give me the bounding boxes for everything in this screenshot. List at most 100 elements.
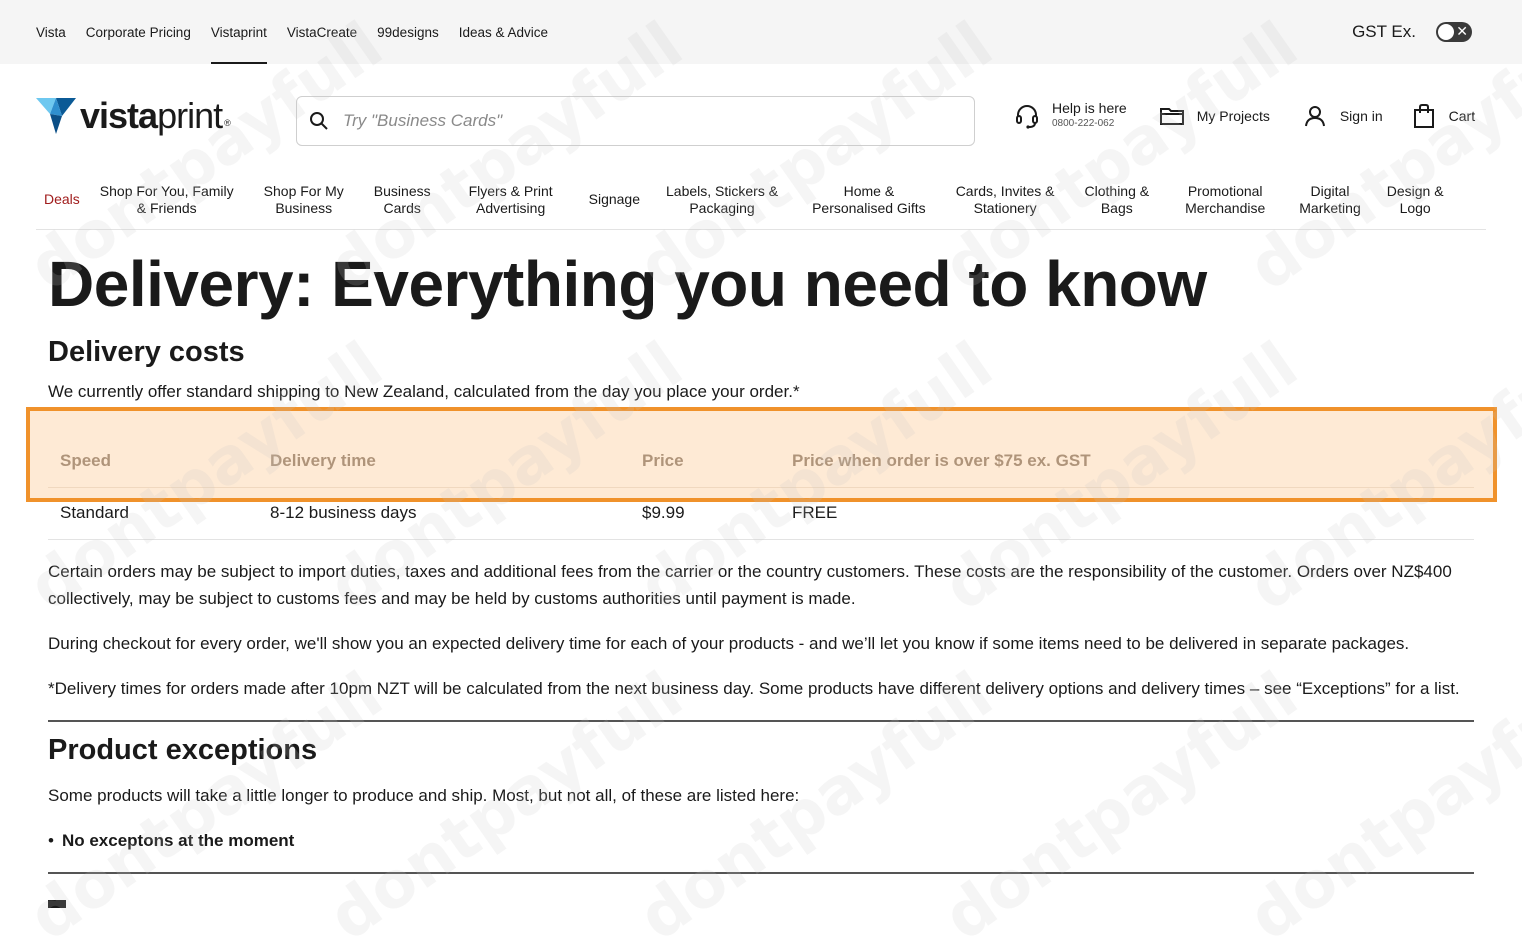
nav-label-line1: Flyers & Print: [468, 182, 553, 199]
nav-item-business-cards[interactable]: Business Cards: [366, 183, 439, 217]
sign-in-label: Sign in: [1339, 108, 1383, 124]
logo-bold: vista: [80, 95, 158, 136]
table-header-row: Speed Delivery time Price Price when ord…: [48, 435, 1474, 488]
nav-label-line1: Cards, Invites &: [955, 182, 1055, 199]
gst-toggle[interactable]: ✕: [1436, 22, 1472, 42]
user-icon: [1304, 106, 1325, 127]
nav-label-line1: Business: [373, 182, 431, 199]
category-nav: Deals Shop For You, Family & Friends Shop…: [36, 170, 1486, 230]
nav-item-flyers[interactable]: Flyers & Print Advertising: [461, 183, 561, 217]
list-item: No exceptons at the moment: [48, 827, 1474, 854]
header-delivery-time: Delivery time: [258, 435, 630, 488]
my-projects-button[interactable]: My Projects: [1159, 103, 1270, 129]
cart-label: Cart: [1448, 108, 1476, 124]
nav-label-line2: Advertising: [475, 199, 546, 216]
utility-bar: Vista Corporate Pricing Vistaprint Vista…: [0, 0, 1522, 64]
delivery-table: Speed Delivery time Price Price when ord…: [48, 435, 1474, 540]
section-divider: [48, 719, 1474, 722]
utility-link-ideas-advice[interactable]: Ideas & Advice: [459, 0, 548, 64]
checkout-paragraph: During checkout for every order, we'll s…: [48, 633, 1410, 653]
cell-price: $9.99: [630, 487, 780, 540]
nav-label-line1: Digital: [1310, 182, 1350, 199]
nav-label-line2: Bags: [1100, 199, 1133, 216]
nav-item-shop-for-you[interactable]: Shop For You, Family & Friends: [92, 183, 242, 217]
exceptions-intro: Some products will take a little longer …: [48, 785, 800, 805]
footnote-paragraph: *Delivery times for orders made after 10…: [48, 678, 1460, 698]
utility-link-99designs[interactable]: 99designs: [377, 0, 439, 64]
nav-label-line2: Business: [275, 199, 333, 216]
nav-label-line2: Packaging: [689, 199, 755, 216]
search-icon: [310, 112, 328, 130]
header-speed: Speed: [48, 435, 258, 488]
headset-icon: [1016, 105, 1038, 129]
nav-label-line2: Personalised Gifts: [812, 199, 926, 216]
logo-light: print: [157, 95, 223, 136]
search-box[interactable]: [296, 96, 975, 146]
nav-label-line2: Logo: [1399, 199, 1431, 216]
nav-label-line2: Stationery: [973, 199, 1037, 216]
utility-link-vistacreate[interactable]: VistaCreate: [287, 0, 357, 64]
toggle-knob: [1438, 24, 1454, 40]
gst-toggle-group: GST Ex. ✕: [1352, 0, 1472, 64]
table-row: Standard 8-12 business days $9.99 FREE: [48, 487, 1474, 540]
vistaprint-logo[interactable]: vistaprint ®: [36, 98, 231, 134]
nav-label: Signage: [588, 191, 641, 207]
nav-label-line1: Home &: [843, 182, 895, 199]
logo-registered: ®: [224, 118, 231, 128]
nav-item-deals[interactable]: Deals: [36, 191, 88, 208]
nav-item-shop-for-business[interactable]: Shop For My Business: [256, 183, 352, 217]
folder-icon: [1159, 108, 1184, 125]
nav-item-cards-invites[interactable]: Cards, Invites & Stationery: [948, 183, 1063, 217]
utility-link-vistaprint[interactable]: Vistaprint: [210, 0, 267, 64]
shopping-bag-icon: [1413, 104, 1434, 128]
delivery-intro: We currently offer standard shipping to …: [48, 382, 800, 401]
nav-label-line1: Design &: [1386, 182, 1444, 199]
header-free-threshold: Price when order is over $75 ex. GST: [780, 435, 1474, 488]
nav-item-home-gifts[interactable]: Home & Personalised Gifts: [804, 183, 934, 217]
main-content: Delivery: Everything you need to know De…: [48, 244, 1474, 908]
nav-label-line2: Merchandise: [1185, 199, 1266, 216]
my-projects-label: My Projects: [1196, 108, 1270, 124]
search-input[interactable]: [343, 111, 903, 131]
nav-item-promotional[interactable]: Promotional Merchandise: [1177, 183, 1273, 217]
close-icon: ✕: [1456, 24, 1468, 40]
nav-item-clothing-bags[interactable]: Clothing & Bags: [1077, 183, 1158, 217]
help-label: Help is here: [1052, 100, 1127, 116]
header-price: Price: [630, 435, 780, 488]
nav-item-design-logo[interactable]: Design & Logo: [1379, 183, 1452, 217]
logo-mark-icon: [36, 98, 76, 134]
nav-label-line2: Marketing: [1299, 199, 1361, 216]
nav-label-line1: Labels, Stickers &: [666, 182, 779, 199]
cart-button[interactable]: Cart: [1411, 103, 1475, 129]
logo-wordmark: vistaprint: [80, 95, 223, 136]
next-section-heading-clipped: [48, 892, 1474, 908]
cell-free-price: FREE: [780, 487, 1474, 540]
product-exceptions-heading: Product exceptions: [48, 733, 318, 766]
nav-label-line1: Clothing &: [1084, 182, 1150, 199]
section-divider: [48, 871, 1474, 874]
sign-in-button[interactable]: Sign in: [1302, 103, 1383, 129]
header-actions: Help is here 0800-222-062 My Projects Si…: [1014, 100, 1475, 132]
exceptions-list: No exceptons at the moment: [48, 827, 1474, 854]
nav-label-line1: Shop For My: [263, 182, 344, 199]
page-title: Delivery: Everything you need to know: [48, 248, 1207, 320]
utility-link-vista[interactable]: Vista: [36, 0, 66, 64]
help-button[interactable]: Help is here 0800-222-062: [1014, 100, 1127, 132]
utility-link-corporate-pricing[interactable]: Corporate Pricing: [86, 0, 191, 64]
nav-label-line1: Shop For You, Family: [99, 182, 234, 199]
nav-label: Deals: [44, 191, 80, 207]
nav-item-labels-stickers[interactable]: Labels, Stickers & Packaging: [658, 183, 786, 217]
nav-item-signage[interactable]: Signage: [581, 191, 648, 208]
clipped-glyph: [48, 899, 66, 908]
utility-links: Vista Corporate Pricing Vistaprint Vista…: [36, 0, 548, 64]
nav-item-digital-marketing[interactable]: Digital Marketing: [1291, 183, 1368, 217]
gst-label: GST Ex.: [1352, 22, 1416, 41]
customs-paragraph: Certain orders may be subject to import …: [48, 561, 1452, 608]
cell-speed: Standard: [48, 487, 258, 540]
nav-label-line1: Promotional: [1187, 182, 1263, 199]
nav-label-line2: Cards: [383, 199, 421, 216]
help-phone[interactable]: 0800-222-062: [1052, 116, 1127, 132]
cell-delivery-time: 8-12 business days: [258, 487, 630, 540]
nav-label-line2: & Friends: [136, 199, 197, 216]
delivery-costs-heading: Delivery costs: [48, 336, 245, 368]
